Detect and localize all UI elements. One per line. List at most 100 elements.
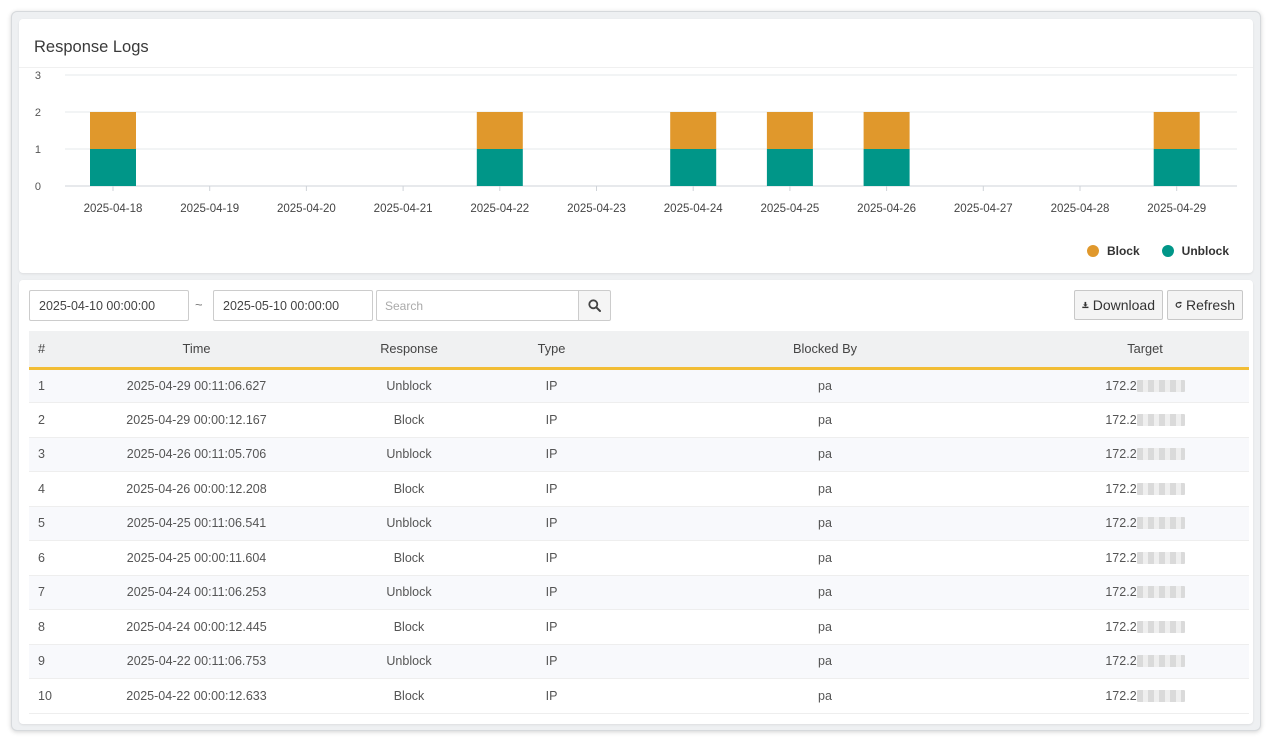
column-header-time[interactable]: Time bbox=[69, 331, 324, 368]
cell-type: IP bbox=[545, 688, 558, 703]
bar-block[interactable] bbox=[766, 112, 813, 149]
column-header-blocked-by[interactable]: Blocked By bbox=[609, 331, 1041, 368]
cell-target: 172.2 bbox=[1041, 403, 1249, 438]
cell-target: 172.2 bbox=[1041, 472, 1249, 507]
x-tick-label: 2025-04-28 bbox=[1051, 203, 1110, 215]
cell-time: 2025-04-24 00:00:12.445 bbox=[126, 619, 267, 634]
legend-label-block: Block bbox=[1106, 244, 1140, 258]
redacted-ip bbox=[1136, 551, 1185, 564]
cell-blocked-by: pa bbox=[818, 378, 832, 393]
x-tick-label: 2025-04-24 bbox=[664, 203, 723, 215]
cell-time: 2025-04-25 00:00:11.604 bbox=[126, 550, 267, 565]
cell-number: 7 bbox=[38, 585, 45, 600]
cell-number: 6 bbox=[38, 550, 45, 565]
target-ip-prefix: 172.2 bbox=[1105, 481, 1137, 496]
target-ip-prefix: 172.2 bbox=[1105, 378, 1137, 393]
bar-unblock[interactable] bbox=[90, 149, 136, 186]
table-row[interactable]: 9 2025-04-22 00:11:06.753 Unblock IP pa … bbox=[29, 644, 1249, 679]
date-from-input[interactable] bbox=[29, 290, 189, 321]
search-icon bbox=[588, 299, 601, 312]
cell-number: 9 bbox=[38, 654, 45, 669]
column-header-response[interactable]: Response bbox=[324, 331, 494, 368]
table-row[interactable]: 3 2025-04-26 00:11:05.706 Unblock IP pa … bbox=[29, 437, 1249, 472]
cell-time: 2025-04-29 00:11:06.627 bbox=[126, 378, 267, 393]
cell-response: Block bbox=[393, 481, 425, 496]
bar-block[interactable] bbox=[863, 112, 910, 149]
table-row[interactable]: 5 2025-04-25 00:11:06.541 Unblock IP pa … bbox=[29, 506, 1249, 541]
cell-blocked-by: pa bbox=[818, 481, 832, 496]
app-container: Response Logs 0 1 2 3 2025-04-18 2025-04-19 20… bbox=[11, 11, 1261, 731]
cell-blocked-by: pa bbox=[818, 412, 832, 427]
x-tick-label: 2025-04-18 bbox=[84, 203, 143, 215]
bar-block[interactable] bbox=[476, 112, 523, 149]
cell-response: Unblock bbox=[386, 378, 432, 393]
cell-type: IP bbox=[545, 550, 558, 565]
y-tick-label: 3 bbox=[35, 70, 41, 82]
y-tick-label: 0 bbox=[35, 181, 41, 193]
search-input[interactable] bbox=[376, 290, 579, 321]
search-button[interactable] bbox=[578, 290, 611, 321]
x-tick-label: 2025-04-22 bbox=[470, 203, 529, 215]
cell-time: 2025-04-26 00:11:05.706 bbox=[126, 447, 267, 462]
bar-unblock[interactable] bbox=[766, 149, 813, 186]
cell-time: 2025-04-22 00:11:06.753 bbox=[126, 654, 267, 669]
table-row[interactable]: 8 2025-04-24 00:00:12.445 Block IP pa 17… bbox=[29, 610, 1249, 644]
target-ip-prefix: 172.2 bbox=[1105, 654, 1137, 669]
legend-item-unblock[interactable]: Unblock bbox=[1161, 244, 1229, 258]
table-row[interactable]: 10 2025-04-22 00:00:12.633 Block IP pa 1… bbox=[29, 679, 1249, 713]
table-row[interactable]: 6 2025-04-25 00:00:11.604 Block IP pa 17… bbox=[29, 541, 1249, 575]
redacted-ip bbox=[1136, 586, 1185, 599]
refresh-button[interactable]: Refresh bbox=[1167, 290, 1243, 320]
cell-target: 172.2 bbox=[1041, 575, 1249, 610]
refresh-label: Refresh bbox=[1185, 297, 1235, 313]
redacted-ip bbox=[1136, 517, 1185, 530]
bar-block[interactable] bbox=[670, 112, 717, 149]
date-to-input[interactable] bbox=[213, 290, 373, 321]
cell-response: Block bbox=[393, 550, 425, 565]
cell-number: 10 bbox=[38, 688, 52, 703]
cell-response: Unblock bbox=[386, 654, 432, 669]
cell-time: 2025-04-22 00:00:12.633 bbox=[126, 688, 267, 703]
table-row[interactable]: 4 2025-04-26 00:00:12.208 Block IP pa 17… bbox=[29, 472, 1249, 507]
cell-type: IP bbox=[545, 654, 558, 669]
table-header: # Time Response Type Blocked By Target bbox=[29, 331, 1249, 368]
legend-label-unblock: Unblock bbox=[1181, 244, 1229, 258]
bar-unblock[interactable] bbox=[670, 149, 717, 186]
bar-unblock[interactable] bbox=[863, 149, 910, 186]
redacted-ip bbox=[1136, 482, 1185, 495]
x-tick-label: 2025-04-21 bbox=[374, 203, 433, 215]
legend-dot-unblock bbox=[1161, 245, 1174, 257]
bar-block[interactable] bbox=[90, 112, 136, 149]
cell-blocked-by: pa bbox=[818, 654, 832, 669]
column-header-type[interactable]: Type bbox=[494, 331, 609, 368]
cell-response: Block bbox=[393, 688, 425, 703]
refresh-icon bbox=[1175, 301, 1182, 308]
table-row[interactable]: 7 2025-04-24 00:11:06.253 Unblock IP pa … bbox=[29, 575, 1249, 610]
column-header-number[interactable]: # bbox=[29, 331, 69, 368]
bar-block[interactable] bbox=[1153, 112, 1200, 149]
cell-target: 172.2 bbox=[1041, 506, 1249, 541]
target-ip-prefix: 172.2 bbox=[1105, 516, 1137, 531]
bar-unblock[interactable] bbox=[1153, 149, 1200, 186]
cell-type: IP bbox=[545, 516, 558, 531]
table-panel: ~ Download Refresh bbox=[19, 280, 1253, 724]
column-header-target[interactable]: Target bbox=[1041, 331, 1249, 368]
cell-blocked-by: pa bbox=[818, 688, 832, 703]
bar-unblock[interactable] bbox=[476, 149, 523, 186]
cell-blocked-by: pa bbox=[818, 585, 832, 600]
cell-time: 2025-04-24 00:11:06.253 bbox=[126, 585, 267, 600]
cell-number: 1 bbox=[38, 378, 45, 393]
table-row[interactable]: 2 2025-04-29 00:00:12.167 Block IP pa 17… bbox=[29, 403, 1249, 438]
download-label: Download bbox=[1092, 297, 1155, 313]
cell-target: 172.2 bbox=[1041, 437, 1249, 472]
cell-number: 3 bbox=[38, 447, 45, 462]
table-row[interactable]: 1 2025-04-29 00:11:06.627 Unblock IP pa … bbox=[29, 368, 1249, 403]
target-ip-prefix: 172.2 bbox=[1105, 447, 1137, 462]
cell-type: IP bbox=[545, 619, 558, 634]
download-button[interactable]: Download bbox=[1074, 290, 1163, 320]
redacted-ip bbox=[1136, 379, 1185, 392]
cell-time: 2025-04-26 00:00:12.208 bbox=[126, 481, 267, 496]
legend-item-block[interactable]: Block bbox=[1086, 244, 1140, 258]
cell-target: 172.2 bbox=[1041, 644, 1249, 679]
cell-target: 172.2 bbox=[1041, 368, 1249, 403]
